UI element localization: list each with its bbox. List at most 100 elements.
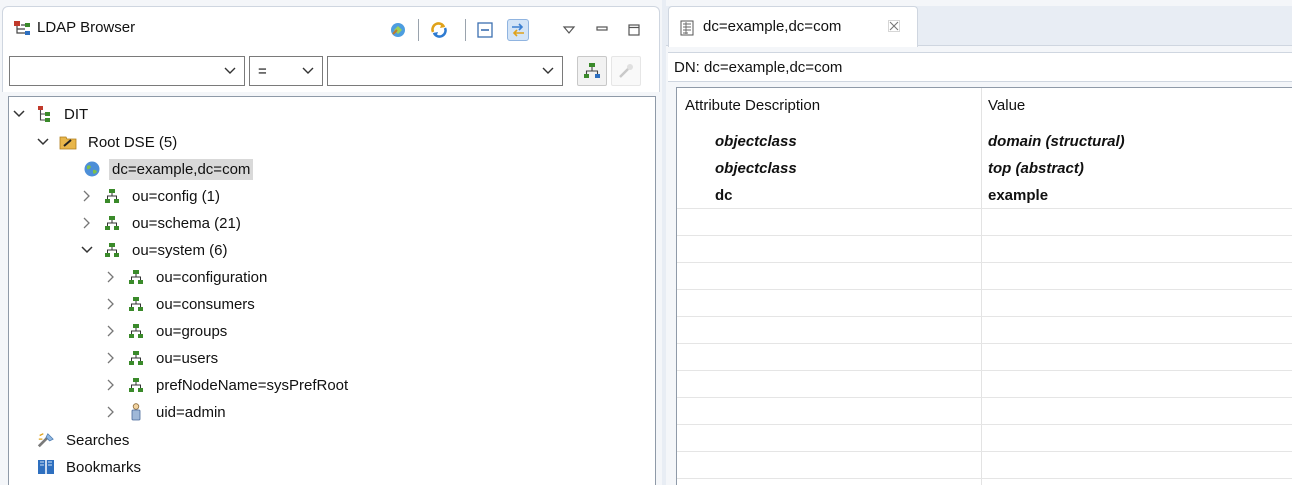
value-cell[interactable]: example xyxy=(988,187,1048,204)
attribute-cell[interactable]: dc xyxy=(715,187,733,204)
tree-item-ou-system[interactable]: ou=system (6) xyxy=(79,237,230,263)
value-cell[interactable]: domain (structural) xyxy=(988,133,1125,150)
chevron-down-icon[interactable] xyxy=(11,106,27,122)
operator-combo[interactable]: = xyxy=(249,56,323,86)
row-divider xyxy=(677,451,1292,452)
entry-document-icon xyxy=(679,19,695,37)
value-combo[interactable] xyxy=(327,56,563,86)
tree-item-label: Root DSE (5) xyxy=(88,133,178,151)
attribute-cell[interactable]: objectclass xyxy=(715,160,797,177)
chevron-right-icon[interactable] xyxy=(103,377,119,393)
run-quick-search-button[interactable] xyxy=(577,56,607,86)
chevron-right-icon[interactable] xyxy=(79,215,95,231)
row-divider xyxy=(677,424,1292,425)
close-icon[interactable] xyxy=(887,19,901,33)
operator-combo-value: = xyxy=(258,63,267,80)
tree-item-searches[interactable]: Searches xyxy=(37,427,132,453)
column-divider[interactable] xyxy=(981,88,982,485)
tree-item-label: dc=example,dc=com xyxy=(109,158,254,180)
row-divider xyxy=(677,370,1292,371)
chevron-down-icon xyxy=(224,64,236,78)
dit-icon xyxy=(35,105,53,123)
ldap-browser-icon xyxy=(13,20,33,38)
globe-icon xyxy=(83,160,101,178)
row-divider xyxy=(677,289,1292,290)
value-cell[interactable]: top (abstract) xyxy=(988,160,1084,177)
tree-item-uid-admin[interactable]: uid=admin xyxy=(103,399,229,425)
tree-item-ou-config[interactable]: ou=config (1) xyxy=(79,183,223,209)
ldap-browser-view: LDAP Browser = DIT Root DSE (5) dc=examp… xyxy=(0,0,662,485)
tree-item-label: Searches xyxy=(66,431,130,449)
tree-item-label: prefNodeName=sysPrefRoot xyxy=(156,376,349,394)
entry-editor-tab[interactable]: dc=example,dc=com xyxy=(668,6,918,47)
chevron-down-icon[interactable] xyxy=(79,242,95,258)
view-menu-icon[interactable] xyxy=(558,19,580,41)
tree-item-label: ou=users xyxy=(156,349,219,367)
ou-icon xyxy=(127,322,145,340)
row-divider xyxy=(677,235,1292,236)
attribute-cell[interactable]: objectclass xyxy=(715,133,797,150)
minimize-icon[interactable] xyxy=(591,19,613,41)
column-header-attribute[interactable]: Attribute Description xyxy=(685,97,820,114)
entry-editor-tab-label: dc=example,dc=com xyxy=(703,18,842,35)
chevron-right-icon[interactable] xyxy=(103,350,119,366)
quick-search-bar: = xyxy=(2,50,660,92)
chevron-right-icon[interactable] xyxy=(103,404,119,420)
ldap-browser-tab-label: LDAP Browser xyxy=(37,19,136,36)
chevron-right-icon[interactable] xyxy=(103,323,119,339)
ldap-browser-tab[interactable]: LDAP Browser xyxy=(2,6,660,50)
chevron-down-icon[interactable] xyxy=(35,134,51,150)
tree-item-prefnodename[interactable]: prefNodeName=sysPrefRoot xyxy=(103,372,351,398)
ou-icon xyxy=(103,241,121,259)
ou-icon xyxy=(127,295,145,313)
toolbar-separator xyxy=(465,19,466,41)
tree-item-label: ou=configuration xyxy=(156,268,268,286)
refresh-icon[interactable] xyxy=(428,19,450,41)
tree-item-dit[interactable]: DIT xyxy=(11,101,91,127)
person-icon xyxy=(127,403,145,421)
tree-item-label: DIT xyxy=(64,105,89,123)
chevron-right-icon[interactable] xyxy=(103,269,119,285)
entry-editor-area: dc=example,dc=com DN: dc=example,dc=com … xyxy=(666,0,1292,485)
tree-item-label: ou=consumers xyxy=(156,295,255,313)
toolbar-separator xyxy=(418,19,419,41)
row-divider xyxy=(677,316,1292,317)
tree-item-label: ou=config (1) xyxy=(132,187,220,205)
tree-item-dc-example[interactable]: dc=example,dc=com xyxy=(59,156,254,182)
tree-item-ou-groups[interactable]: ou=groups xyxy=(103,318,230,344)
tree-item-ou-schema[interactable]: ou=schema (21) xyxy=(79,210,244,236)
attribute-table[interactable]: Attribute Description Value objectclass … xyxy=(676,87,1292,485)
row-divider xyxy=(677,208,1292,209)
ou-icon xyxy=(127,376,145,394)
attribute-combo[interactable] xyxy=(9,56,245,86)
tree-item-ou-configuration[interactable]: ou=configuration xyxy=(103,264,270,290)
row-divider xyxy=(677,343,1292,344)
maximize-icon[interactable] xyxy=(623,19,645,41)
tree-item-label: Bookmarks xyxy=(66,458,142,476)
collapse-all-icon[interactable] xyxy=(474,19,496,41)
row-divider xyxy=(677,262,1292,263)
ldap-tree: DIT Root DSE (5) dc=example,dc=com ou=co… xyxy=(8,96,656,485)
bookmarks-icon xyxy=(37,458,55,476)
link-editor-toggle-icon[interactable] xyxy=(507,19,529,41)
dn-label: DN: dc=example,dc=com xyxy=(674,59,843,76)
chevron-down-icon xyxy=(542,64,554,78)
link-with-editor-icon[interactable] xyxy=(387,19,409,41)
tree-item-ou-consumers[interactable]: ou=consumers xyxy=(103,291,258,317)
tree-item-ou-users[interactable]: ou=users xyxy=(103,345,221,371)
chevron-right-icon[interactable] xyxy=(103,296,119,312)
row-divider xyxy=(677,478,1292,479)
column-header-value[interactable]: Value xyxy=(988,97,1025,114)
root-dse-icon xyxy=(59,133,77,151)
ou-icon xyxy=(127,349,145,367)
clear-search-button[interactable] xyxy=(611,56,641,86)
tree-item-root-dse[interactable]: Root DSE (5) xyxy=(35,129,180,155)
chevron-right-icon[interactable] xyxy=(79,188,95,204)
tree-item-label: ou=schema (21) xyxy=(132,214,241,232)
ou-icon xyxy=(127,268,145,286)
tree-item-bookmarks[interactable]: Bookmarks xyxy=(37,454,144,480)
row-divider xyxy=(677,397,1292,398)
tree-item-label: ou=system (6) xyxy=(132,241,228,259)
searches-icon xyxy=(37,431,55,449)
